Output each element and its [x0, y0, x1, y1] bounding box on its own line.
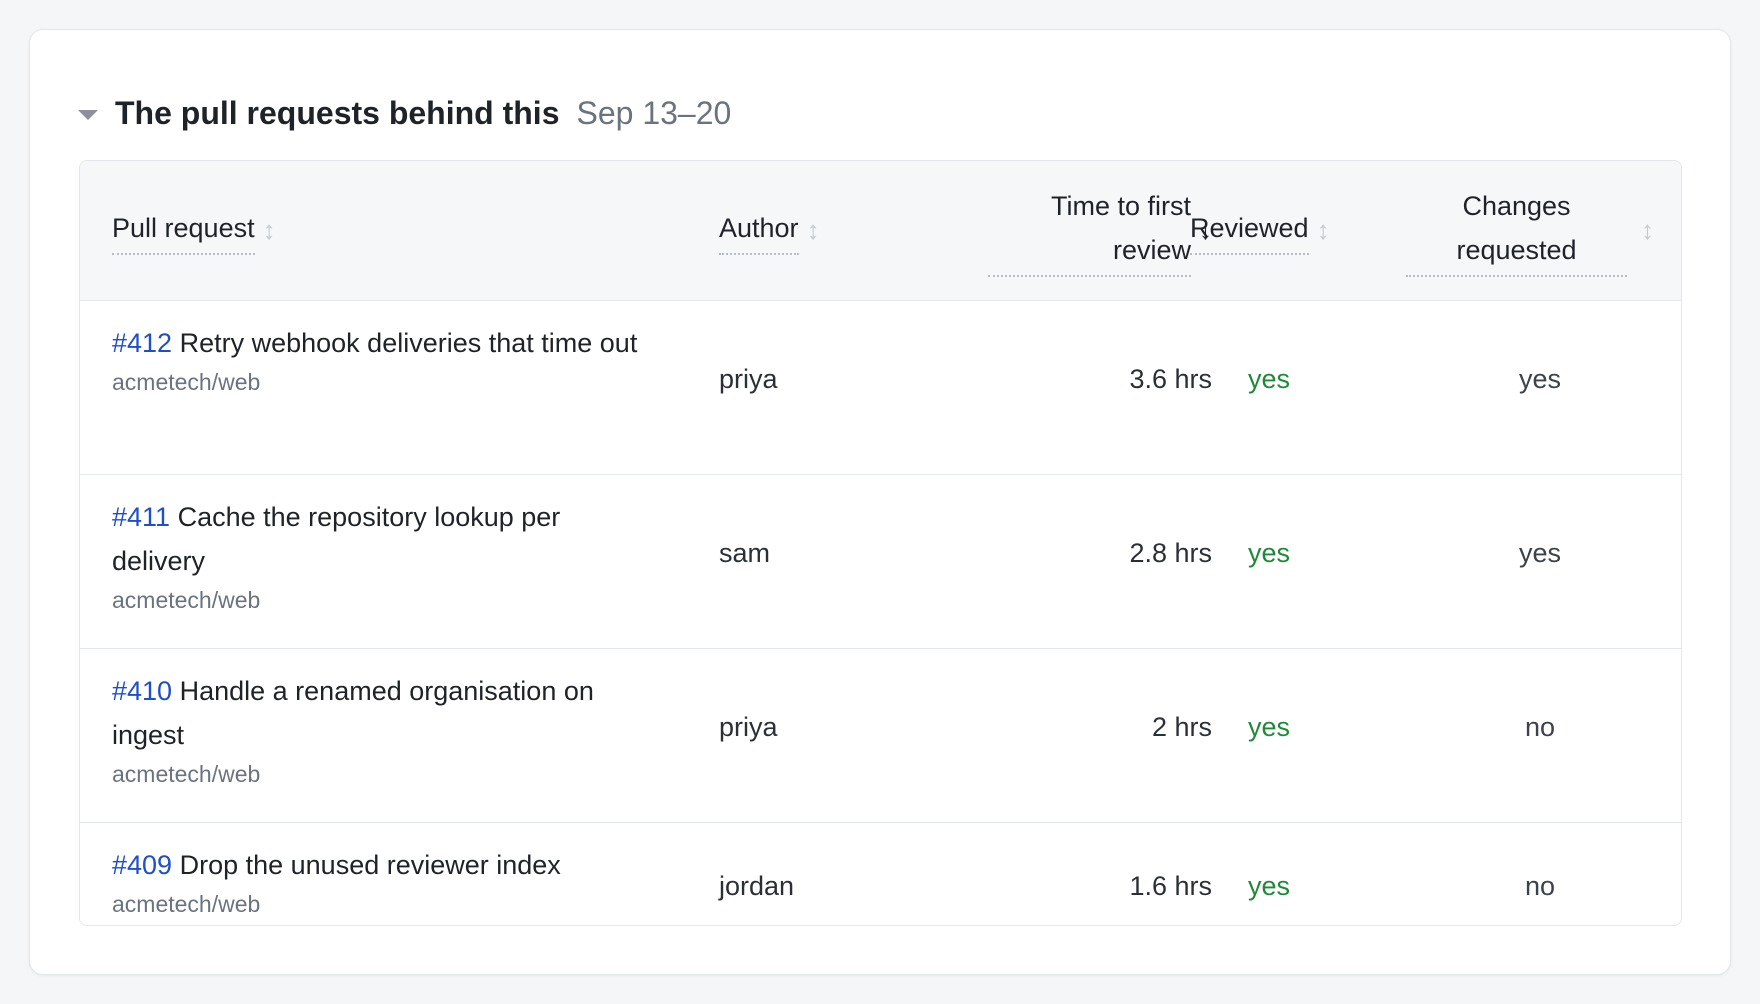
sort-updown-icon[interactable]: ↕: [807, 215, 820, 246]
changes-requested-cell: yes: [1518, 538, 1562, 568]
reviewed-cell: yes: [1248, 364, 1291, 394]
author-cell: priya: [719, 364, 778, 394]
table-row: #412 Retry webhook deliveries that time …: [80, 300, 1681, 474]
column-header-pull-request[interactable]: Pull request ↕: [112, 161, 672, 300]
column-label: Author: [719, 206, 799, 255]
column-header-changes-requested[interactable]: Changes requested ↕: [1406, 161, 1668, 300]
pr-title: Drop the unused reviewer index: [179, 850, 561, 880]
section-title: The pull requests behind this: [115, 94, 560, 131]
pull-requests-table: Pull request ↕ Author ↕ Time to first rev…: [79, 160, 1682, 926]
pr-link[interactable]: #410: [112, 676, 172, 706]
pr-cell: #411 Cache the repository lookup per del…: [112, 495, 652, 615]
pr-title: Handle a renamed organisation on ingest: [112, 676, 594, 750]
pr-link[interactable]: #409: [112, 850, 172, 880]
changes-requested-cell: no: [1524, 871, 1556, 901]
column-header-author[interactable]: Author ↕: [719, 161, 899, 300]
ttfr-cell: 2.8 hrs: [1129, 538, 1212, 568]
ttfr-cell: 2 hrs: [1151, 712, 1212, 742]
sort-updown-icon[interactable]: ↕: [1641, 215, 1654, 246]
sort-updown-icon[interactable]: ↕: [263, 215, 276, 246]
column-label: Time to first review: [988, 184, 1191, 277]
column-header-time-to-first-review[interactable]: Time to first review ↓: [889, 161, 1212, 300]
date-range: Sep 13–20: [576, 94, 732, 131]
changes-requested-cell: no: [1524, 712, 1556, 742]
reviewed-cell: yes: [1248, 538, 1291, 568]
author-cell: sam: [719, 538, 771, 568]
author-cell: priya: [719, 712, 778, 742]
pr-repo: acmetech/web: [112, 891, 261, 917]
column-label: Reviewed: [1190, 206, 1309, 255]
pr-repo: acmetech/web: [112, 587, 261, 613]
column-header-reviewed[interactable]: Reviewed ↕: [1190, 161, 1390, 300]
sort-updown-icon[interactable]: ↕: [1317, 215, 1330, 246]
section-header[interactable]: The pull requests behind this Sep 13–20: [78, 88, 731, 138]
column-label: Changes requested: [1406, 184, 1627, 277]
pr-cell: #412 Retry webhook deliveries that time …: [112, 321, 652, 397]
reviewed-cell: yes: [1248, 712, 1291, 742]
ttfr-cell: 3.6 hrs: [1129, 364, 1212, 394]
pr-link[interactable]: #412: [112, 328, 172, 358]
pr-link[interactable]: #411: [112, 502, 170, 532]
caret-down-icon[interactable]: [78, 110, 98, 120]
pr-repo: acmetech/web: [112, 761, 261, 787]
column-label: Pull request: [112, 206, 255, 255]
changes-requested-cell: yes: [1518, 364, 1562, 394]
pr-title: Retry webhook deliveries that time out: [179, 328, 638, 358]
pr-title: Cache the repository lookup per delivery: [112, 502, 561, 576]
pr-cell: #410 Handle a renamed organisation on in…: [112, 669, 652, 789]
table-row: #410 Handle a renamed organisation on in…: [80, 648, 1681, 822]
ttfr-cell: 1.6 hrs: [1129, 871, 1212, 901]
pr-repo: acmetech/web: [112, 369, 261, 395]
table-row: #411 Cache the repository lookup per del…: [80, 474, 1681, 648]
table-row: #409 Drop the unused reviewer index acme…: [80, 822, 1681, 925]
author-cell: jordan: [719, 871, 795, 901]
table-header: Pull request ↕ Author ↕ Time to first rev…: [80, 161, 1681, 300]
reviewed-cell: yes: [1248, 871, 1291, 901]
pull-requests-card: The pull requests behind this Sep 13–20 …: [29, 29, 1731, 975]
pr-cell: #409 Drop the unused reviewer index acme…: [112, 843, 652, 919]
